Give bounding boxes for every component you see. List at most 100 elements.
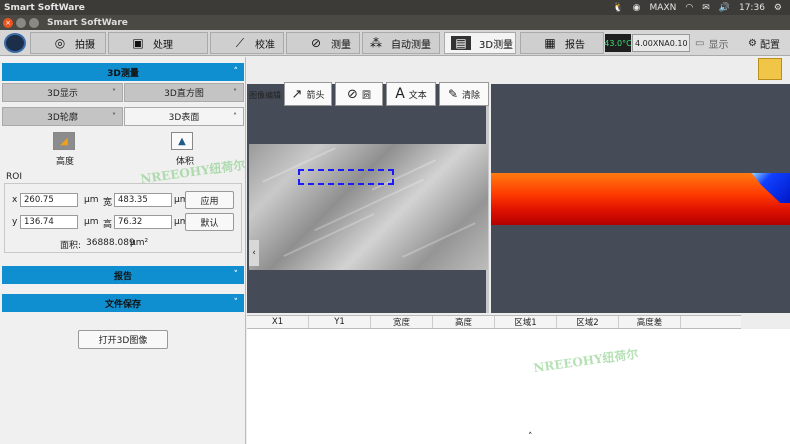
apply-button[interactable]: 应用 [185, 191, 234, 209]
collapse-handle-icon[interactable]: ‹ [249, 240, 259, 266]
tab-calibrate[interactable]: ⟋ 校准 [210, 32, 284, 54]
objective-select[interactable]: 4.00XNA0.10 [632, 34, 690, 52]
width-label: 宽 [103, 198, 113, 208]
config-button[interactable]: ⚙ 配置 [748, 32, 790, 54]
sub-3d-display[interactable]: 3D显示 ˅ [2, 83, 123, 102]
minimize-button[interactable] [16, 17, 26, 28]
wifi-icon[interactable]: ◠ [685, 3, 693, 13]
ruler-icon: ⟋ [235, 35, 245, 50]
tab-label: 3D测量 [479, 39, 514, 51]
temperature-display: 43.0°C [604, 34, 632, 52]
tab-label: 处理 [153, 39, 173, 51]
power-mode[interactable]: MAXN [650, 3, 677, 13]
microscope-image[interactable] [249, 144, 488, 270]
chevron-down-icon: ˅ [233, 298, 239, 308]
chevron-up-icon: ˄ [233, 67, 239, 77]
width-input[interactable]: 483.35 [114, 193, 172, 207]
volume-icon[interactable]: ▲ [171, 132, 193, 150]
area-unit: μm² [130, 238, 149, 248]
gear-icon[interactable]: ⚙ [774, 3, 782, 13]
tab-process[interactable]: ▣ 处理 [108, 32, 208, 54]
display-button[interactable]: ▭ 显示 [695, 32, 743, 54]
section-report[interactable]: 报告 ˅ [2, 266, 244, 284]
default-button[interactable]: 默认 [185, 213, 234, 231]
sub-3d-contour[interactable]: 3D轮廓 ˅ [2, 107, 123, 126]
column-header[interactable]: X1 [247, 316, 309, 328]
3d-icon: ▤ [451, 36, 471, 50]
circle-tool-button[interactable]: ⊘ 圆 [335, 82, 383, 106]
circle-icon: ⊘ [347, 86, 358, 102]
config-label: 配置 [759, 39, 780, 51]
folder-icon[interactable] [758, 58, 782, 80]
display-label: 显示 [708, 39, 729, 51]
tab-measure[interactable]: ⊘ 测量 [286, 32, 360, 54]
height-input[interactable]: 76.32 [114, 215, 172, 229]
sub-label: 3D显示 [47, 89, 78, 99]
clear-label: 清除 [462, 90, 481, 101]
window-titlebar: × Smart SoftWare [0, 15, 790, 30]
tab-3d-measure[interactable]: ▤ 3D测量 [444, 32, 516, 54]
tab-label: 测量 [331, 39, 351, 51]
y-label: y [12, 217, 18, 227]
column-header[interactable]: 区域1 [495, 316, 557, 328]
chevron-down-icon: ˅ [112, 88, 116, 97]
sub-label: 3D轮廓 [47, 113, 78, 123]
tab-label: 拍摄 [75, 39, 95, 51]
column-header[interactable]: 区域2 [557, 316, 619, 328]
chevron-up-icon: ˄ [233, 112, 237, 121]
chevron-down-icon: ˅ [233, 270, 239, 280]
clear-tool-button[interactable]: ✎ 清除 [439, 82, 489, 106]
section-label: 文件保存 [104, 299, 141, 310]
y-input[interactable]: 136.74 [20, 215, 78, 229]
roi-selection-box[interactable] [298, 169, 394, 185]
close-button[interactable]: × [3, 17, 13, 28]
tab-label: 校准 [255, 39, 275, 51]
config-gear-icon: ⚙ [748, 37, 757, 49]
x-input[interactable]: 260.75 [20, 193, 78, 207]
tab-auto-measure[interactable]: ⁂ 自动测量 [362, 32, 440, 54]
area-value: 36888.089 [86, 238, 135, 248]
section-label: 报告 [113, 271, 132, 282]
text-tool-button[interactable]: A 文本 [386, 82, 436, 106]
tab-label: 自动测量 [391, 39, 431, 51]
auto-measure-icon: ⁂ [370, 36, 382, 50]
section-3d-measure[interactable]: 3D测量 ˄ [2, 63, 244, 81]
image-icon: ▣ [132, 36, 144, 50]
area-label: 面积: [60, 241, 82, 251]
expand-up-icon[interactable]: ˄ [528, 432, 533, 442]
app-logo-icon[interactable] [4, 33, 26, 53]
y-unit: μm [84, 217, 99, 227]
maximize-button[interactable] [29, 17, 39, 28]
clock[interactable]: 17:36 [739, 3, 765, 13]
height-icon[interactable]: ◢ [53, 132, 75, 150]
column-header[interactable]: 高度差 [619, 316, 681, 328]
volume-icon[interactable]: 🔊 [719, 3, 730, 13]
open-3d-image-button[interactable]: 打开3D图像 [78, 330, 168, 349]
system-bar: Smart SoftWare 🐧 ◉ MAXN ◠ ✉ 🔊 17:36 ⚙ [0, 0, 790, 15]
arrow-tool-button[interactable]: ↗ 箭头 [284, 82, 332, 106]
sub-3d-surface[interactable]: 3D表面 ˄ [124, 107, 244, 126]
mail-icon[interactable]: ✉ [702, 3, 710, 13]
sub-3d-histogram[interactable]: 3D直方图 ˅ [124, 83, 244, 102]
column-header[interactable]: 宽度 [371, 316, 433, 328]
column-header[interactable]: Y1 [309, 316, 371, 328]
tab-capture[interactable]: ◎ 拍摄 [30, 32, 106, 54]
circle-label: 圆 [361, 90, 371, 101]
column-header[interactable]: 高度 [433, 316, 495, 328]
section-file-save[interactable]: 文件保存 ˅ [2, 294, 244, 312]
height-map-image[interactable] [491, 173, 790, 225]
height-label: 高度 [56, 157, 75, 167]
results-table-body [247, 329, 790, 444]
tab-label: 报告 [565, 39, 585, 51]
tab-report[interactable]: ▦ 报告 [520, 32, 604, 54]
nvidia-icon[interactable]: ◉ [633, 3, 641, 13]
height-field-label: 高 [103, 220, 113, 230]
volume-label: 体积 [176, 157, 195, 167]
section-label: 3D测量 [107, 68, 139, 79]
sub-label: 3D直方图 [164, 89, 204, 99]
linux-icon: 🐧 [612, 2, 624, 13]
window-title: Smart SoftWare [47, 17, 128, 28]
chevron-down-icon: ˅ [233, 88, 237, 97]
sub-label: 3D表面 [168, 113, 200, 123]
image-edit-label: 图像编辑 [249, 90, 281, 100]
